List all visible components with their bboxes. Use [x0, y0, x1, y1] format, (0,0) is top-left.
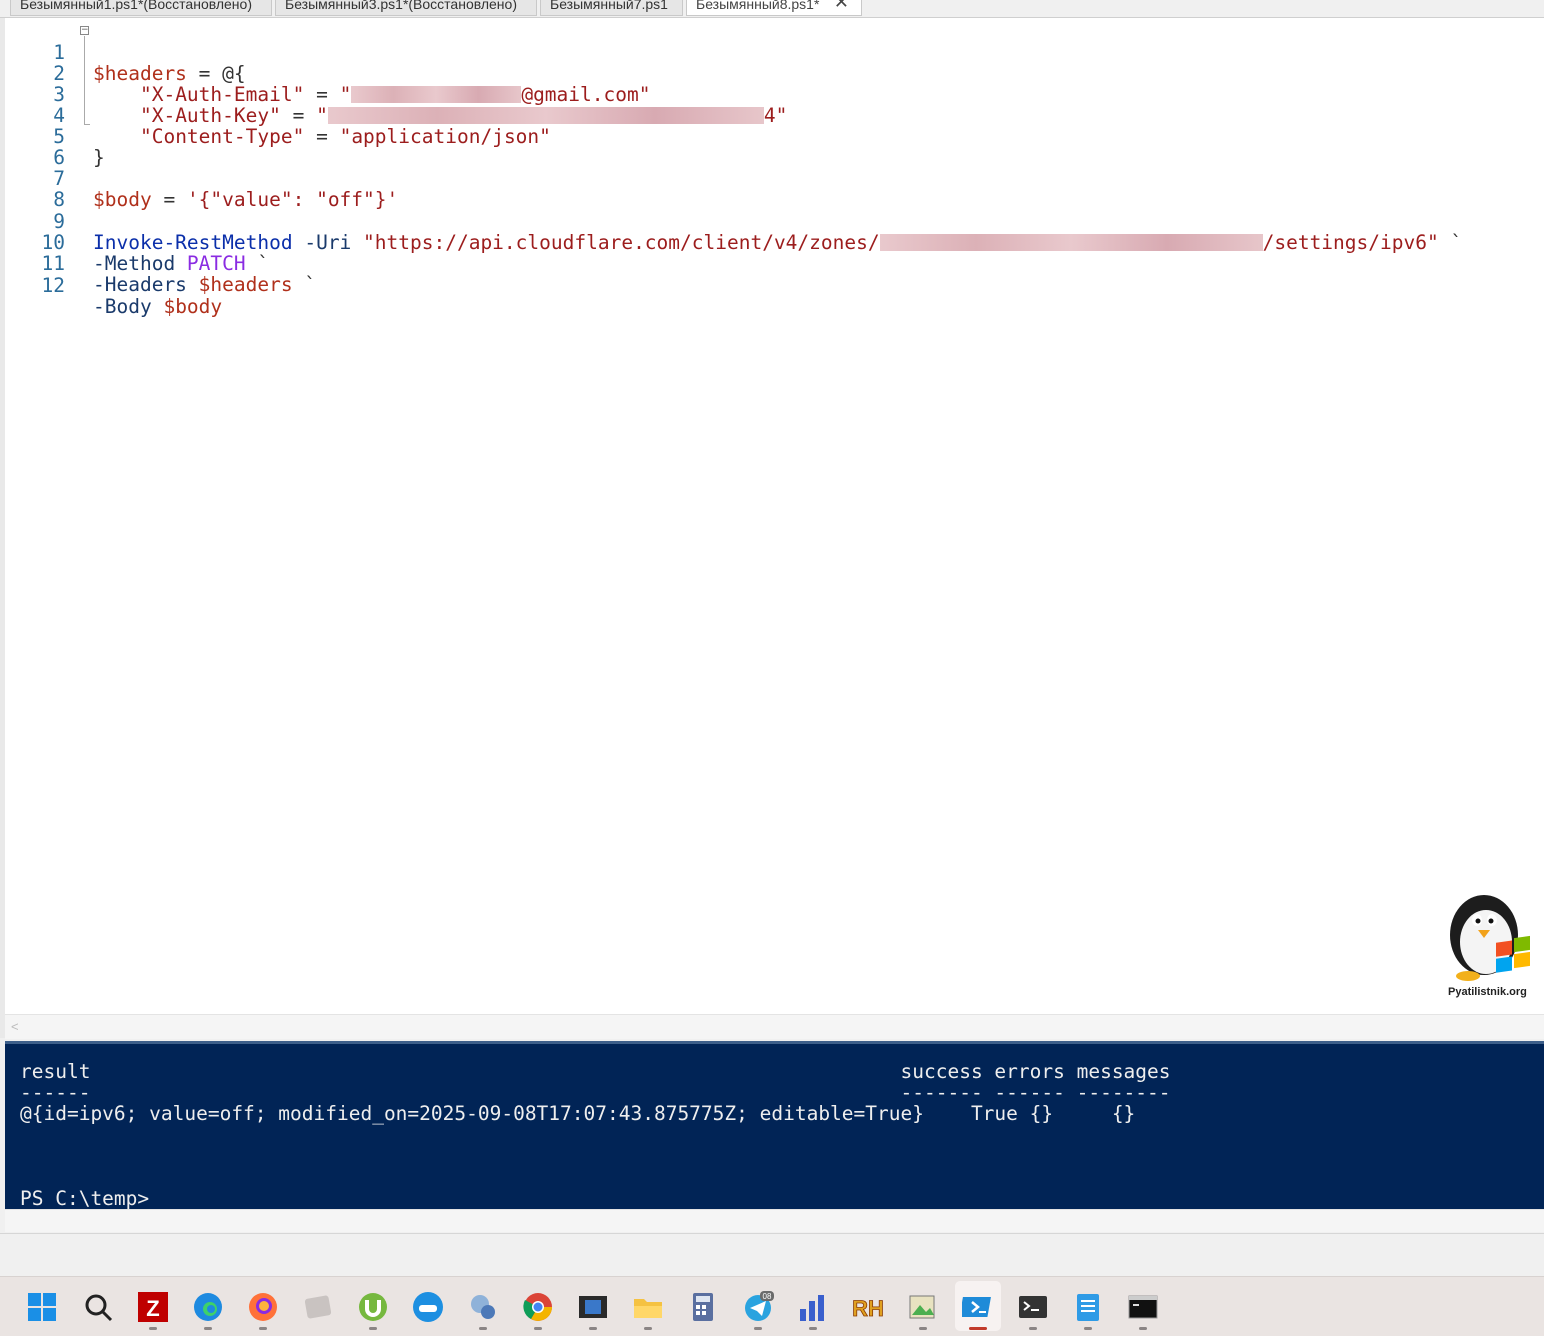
- image-editor-icon[interactable]: [907, 1291, 939, 1323]
- running-indicator: [204, 1327, 212, 1330]
- running-indicator: [1029, 1327, 1037, 1330]
- code-line-9: 9 Invoke-RestMethod -Uri "https://api.cl…: [5, 190, 1544, 253]
- tab-label: Безымянный1.ps1*(Восстановлено): [20, 0, 252, 12]
- docker-icon[interactable]: [412, 1291, 444, 1323]
- code-line-2: 2 "X-Auth-Email" = " @gmail.com": [5, 42, 1544, 105]
- chrome-icon[interactable]: [522, 1291, 554, 1323]
- running-indicator: [754, 1327, 762, 1330]
- terminal-icon[interactable]: [1017, 1291, 1049, 1323]
- console-prompt[interactable]: PS C:\temp>: [20, 1188, 149, 1209]
- code-line-6: 6: [5, 126, 1544, 168]
- running-indicator: [919, 1327, 927, 1330]
- utorrent-icon[interactable]: [357, 1291, 389, 1323]
- running-indicator: [1139, 1327, 1147, 1330]
- running-indicator: [479, 1327, 487, 1330]
- backtick: `: [292, 273, 317, 296]
- running-indicator: [369, 1327, 377, 1330]
- console-pane[interactable]: result success errors messages ------ --…: [5, 1041, 1544, 1209]
- console-rule: ------ ------- ------ --------: [20, 1081, 1171, 1104]
- code-line-5: 5 }: [5, 105, 1544, 168]
- code-line-1: 1 $headers = @{: [5, 21, 1544, 84]
- tab-label: Безымянный3.ps1*(Восстановлено): [285, 0, 517, 12]
- tab-bar: Безымянный1.ps1*(Восстановлено) Безымянн…: [0, 0, 1544, 18]
- code-line-11: 11 -Headers $headers `: [5, 232, 1544, 295]
- console-horizontal-scrollbar[interactable]: [5, 1209, 1544, 1232]
- parameter: -Headers: [93, 273, 199, 296]
- variable: $headers: [198, 273, 293, 296]
- powershell-ise-icon[interactable]: [962, 1291, 994, 1323]
- status-bar: [0, 1233, 1544, 1276]
- cmd-icon[interactable]: [1127, 1291, 1159, 1323]
- rh-app-icon[interactable]: RH: [852, 1291, 884, 1323]
- telegram-badge: 08: [763, 1292, 772, 1301]
- tab-untitled8[interactable]: Безымянный8.ps1* ✕: [686, 0, 862, 16]
- firefox-icon[interactable]: [247, 1291, 279, 1323]
- penguin-logo-icon: [1450, 895, 1530, 981]
- console-header: result success errors messages: [20, 1060, 1171, 1083]
- running-indicator: [1084, 1327, 1092, 1330]
- tab-untitled1[interactable]: Безымянный1.ps1*(Восстановлено): [10, 0, 272, 16]
- running-indicator: [589, 1327, 597, 1330]
- notepad-icon[interactable]: [1072, 1291, 1104, 1323]
- tab-label: Безымянный7.ps1: [550, 0, 668, 12]
- rh-label: RH: [852, 1296, 884, 1321]
- running-indicator: [809, 1327, 817, 1330]
- filezilla-label: Z: [146, 1296, 159, 1321]
- logo-text: Pyatilistnik.org: [1448, 986, 1527, 998]
- code-line-10: 10 -Method PATCH `: [5, 211, 1544, 274]
- telegram-icon[interactable]: 08: [742, 1291, 774, 1323]
- filezilla-icon[interactable]: Z: [137, 1291, 169, 1323]
- tab-untitled3[interactable]: Безымянный3.ps1*(Восстановлено): [275, 0, 537, 16]
- tab-label: Безымянный8.ps1*: [696, 0, 820, 12]
- calculator-icon[interactable]: [687, 1291, 719, 1323]
- app-icon[interactable]: [302, 1291, 334, 1323]
- windows-start-icon[interactable]: [26, 1291, 58, 1323]
- script-editor[interactable]: − 1 $headers = @{ 2 "X-Auth-Email" = " @g…: [5, 18, 1544, 1014]
- line-number: 12: [41, 274, 65, 297]
- code-line-8: 8: [5, 168, 1544, 210]
- tab-untitled7[interactable]: Безымянный7.ps1: [540, 0, 683, 16]
- code-line-4: 4 "Content-Type" = "application/json": [5, 84, 1544, 147]
- scroll-left-icon[interactable]: <: [11, 1019, 19, 1034]
- running-indicator: [259, 1327, 267, 1330]
- close-icon[interactable]: ✕: [834, 0, 849, 13]
- running-indicator: [149, 1327, 157, 1330]
- video-editor-icon[interactable]: [577, 1291, 609, 1323]
- code-line-7: 7 $body = '{"value": "off"}': [5, 147, 1544, 210]
- parameter: -Body: [93, 295, 164, 318]
- code-line-3: 3 "X-Auth-Key" = " 4": [5, 63, 1544, 126]
- active-indicator: [969, 1327, 987, 1330]
- running-indicator: [644, 1327, 652, 1330]
- file-explorer-icon[interactable]: [632, 1291, 664, 1323]
- code-line-12: 12 -Body $body: [5, 254, 1544, 317]
- variable: $body: [163, 295, 223, 318]
- console-result-row: @{id=ipv6; value=off; modified_on=2025-0…: [20, 1102, 1136, 1125]
- running-indicator: [534, 1327, 542, 1330]
- taskbar: Z 08 RH: [0, 1276, 1544, 1336]
- editor-horizontal-scrollbar[interactable]: <: [5, 1014, 1544, 1039]
- chart-app-icon[interactable]: [797, 1291, 829, 1323]
- search-icon[interactable]: [82, 1291, 114, 1323]
- network-icon[interactable]: [467, 1291, 499, 1323]
- edge-icon[interactable]: [192, 1291, 224, 1323]
